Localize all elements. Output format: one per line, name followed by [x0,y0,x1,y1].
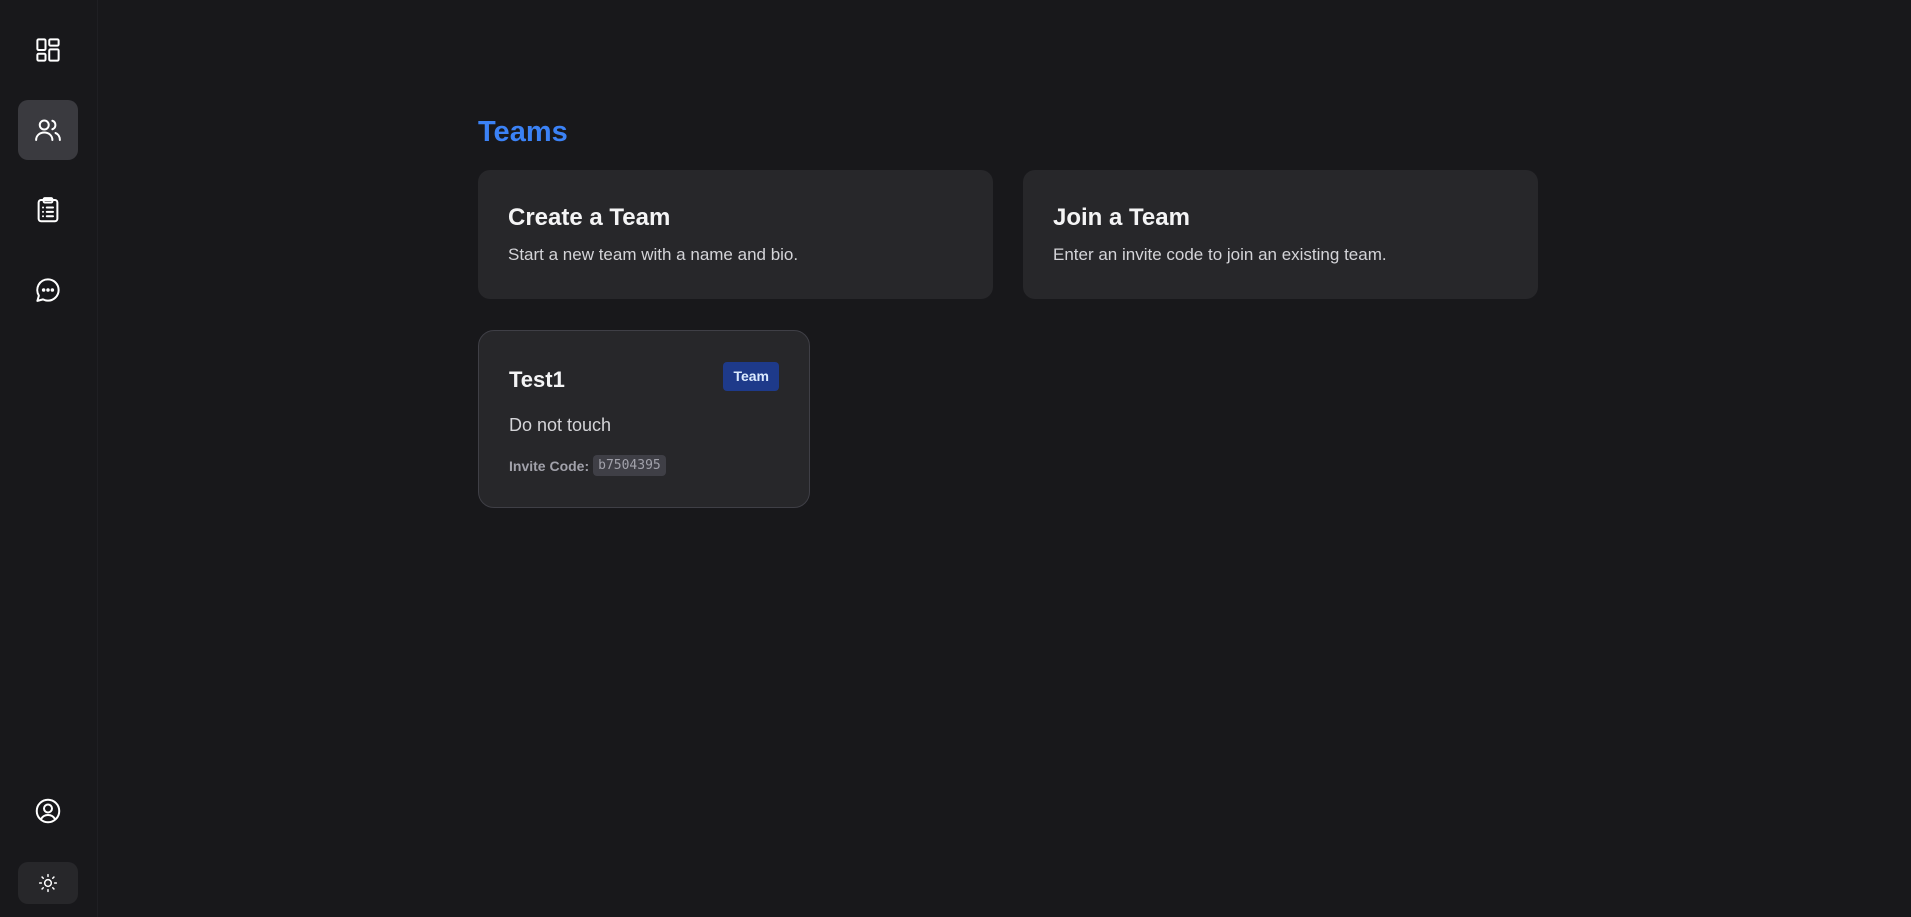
chat-bubble-icon [36,278,60,302]
sidebar-item-dashboard[interactable] [18,20,78,80]
app-root: Teams Create a Team Start a new team wit… [0,0,1911,917]
sidebar-item-chat[interactable] [18,260,78,320]
sidebar [0,0,98,917]
invite-code-label: Invite Code: [509,457,590,474]
profile-button[interactable] [18,781,78,841]
join-team-description: Enter an invite code to join an existing… [1053,245,1387,264]
clipboard-list-icon [37,197,59,223]
team-name: Test1 [509,367,565,392]
team-bio: Do not touch [509,415,612,435]
join-team-title: Join a Team [1053,204,1190,231]
sun-icon [38,873,58,893]
team-card[interactable]: Test1 Team Do not touch Invite Code: b75… [478,330,810,508]
create-team-title: Create a Team [508,204,671,231]
team-badge: Team [723,362,779,391]
create-team-description: Start a new team with a name and bio. [508,245,799,264]
invite-code-value[interactable]: b7504395 [593,455,666,476]
sidebar-item-teams[interactable] [18,100,78,160]
dashboard-icon [36,38,60,62]
user-circle-icon [35,798,61,824]
join-team-card[interactable]: Join a Team Enter an invite code to join… [1023,170,1538,299]
page-title: Teams [478,116,568,148]
invite-code-row: Invite Code: b7504395 [509,455,666,476]
sidebar-item-tasks[interactable] [18,180,78,240]
create-team-card[interactable]: Create a Team Start a new team with a na… [478,170,993,299]
users-icon [35,119,61,141]
theme-toggle-button[interactable] [18,862,78,904]
